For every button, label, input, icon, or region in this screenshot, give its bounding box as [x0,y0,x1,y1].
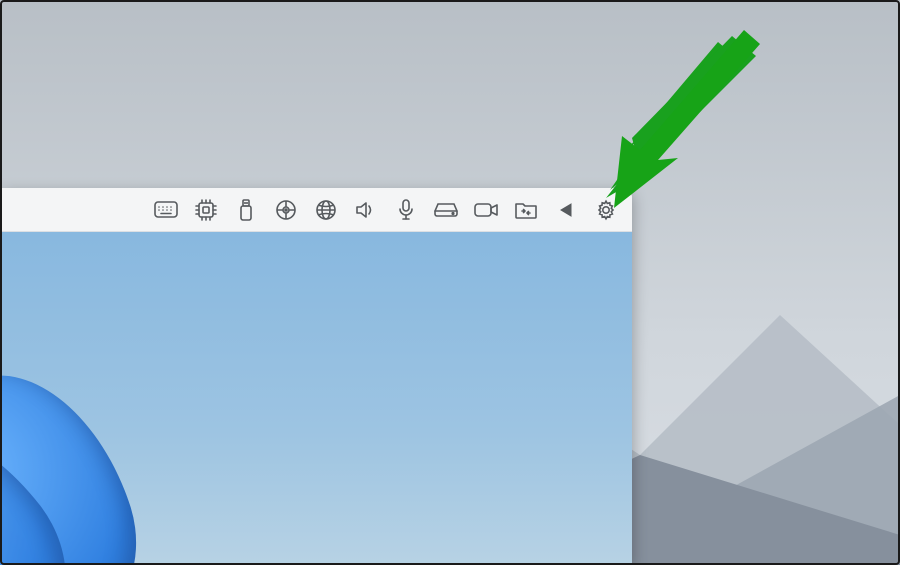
sound-icon[interactable] [354,198,378,222]
cpu-icon[interactable] [194,198,218,222]
disk-icon[interactable] [434,198,458,222]
settings-gear-icon[interactable] [594,198,618,222]
shared-folder-icon[interactable] [514,198,538,222]
vm-status-toolbar [0,188,632,232]
network-icon[interactable] [314,198,338,222]
host-desktop [0,0,900,565]
collapse-icon[interactable] [554,198,578,222]
camera-icon[interactable] [474,198,498,222]
usb-icon[interactable] [234,198,258,222]
microphone-icon[interactable] [394,198,418,222]
optical-disc-icon[interactable] [274,198,298,222]
keyboard-icon[interactable] [154,198,178,222]
vm-window [0,188,632,565]
guest-wallpaper-bloom [0,365,240,565]
guest-desktop [0,232,632,565]
